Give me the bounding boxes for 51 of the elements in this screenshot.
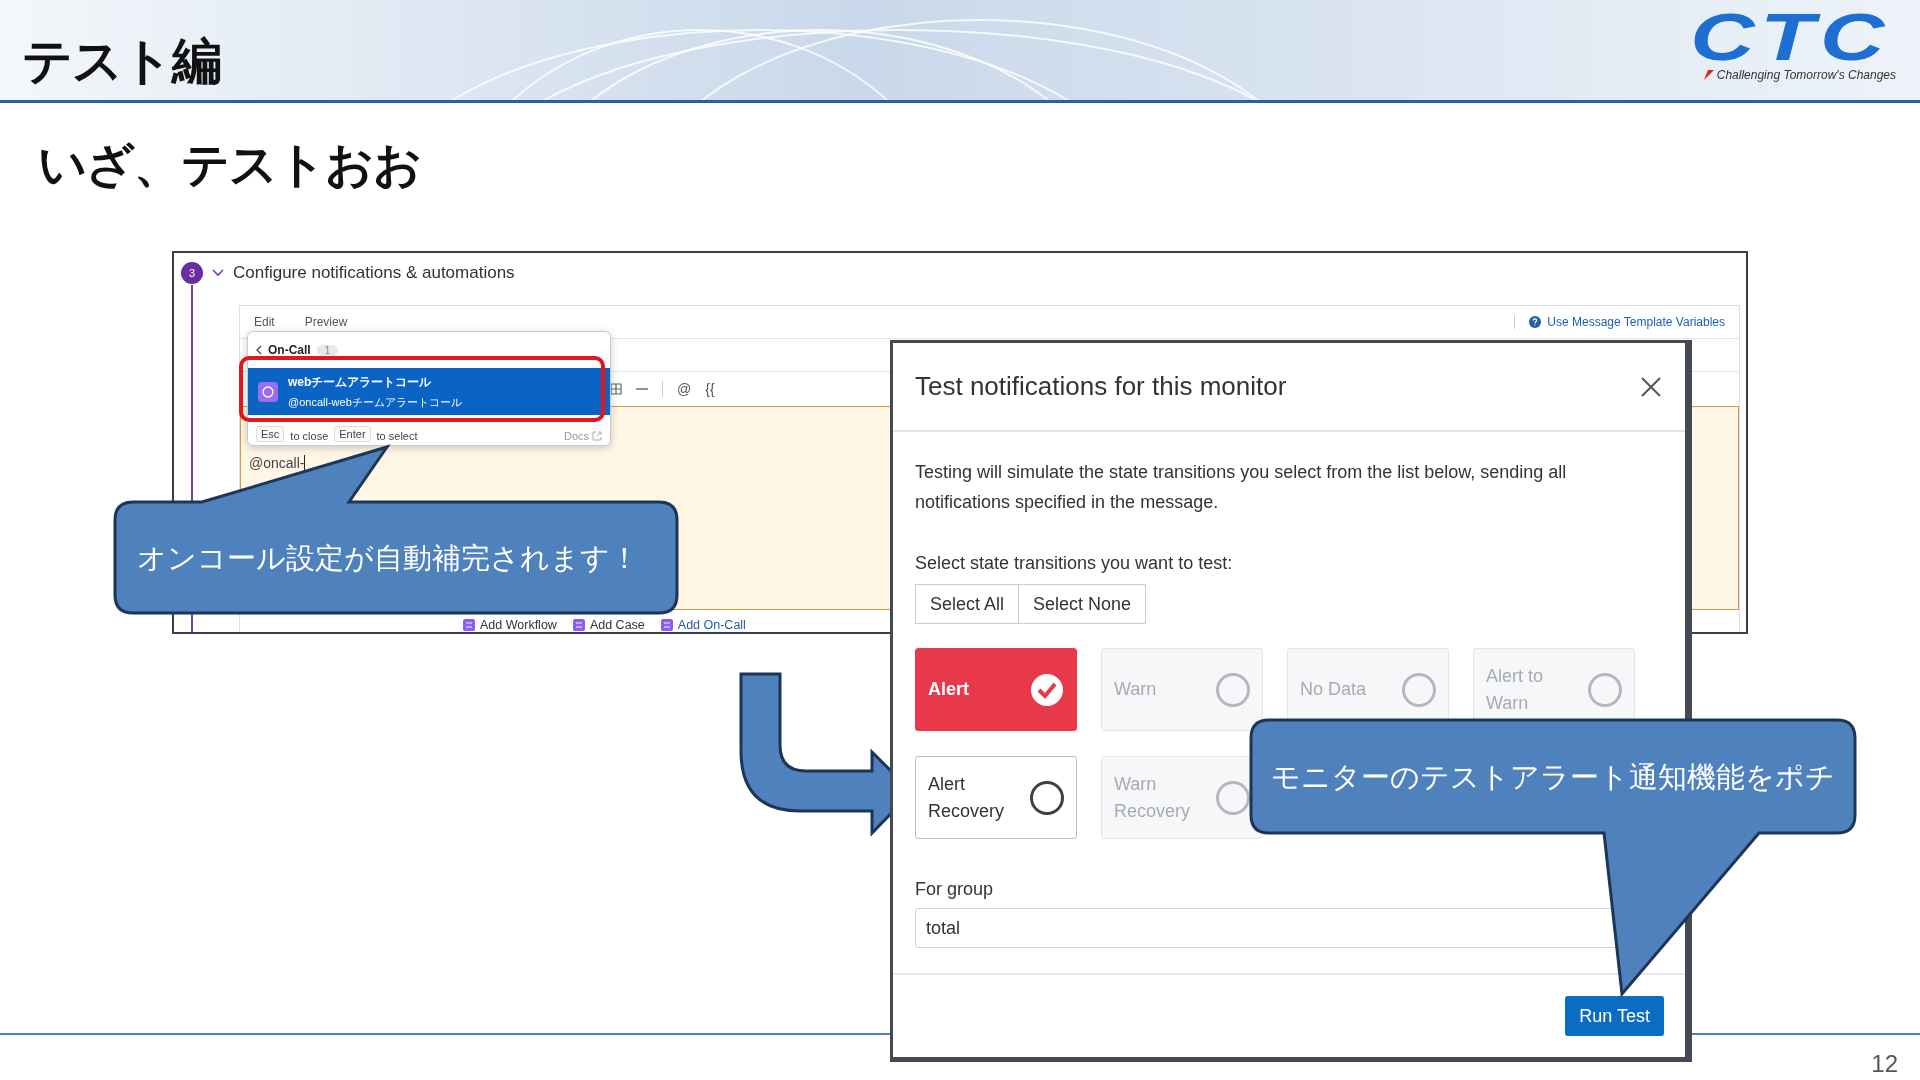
table-icon[interactable] <box>610 383 622 395</box>
back-icon[interactable] <box>256 345 262 356</box>
help-icon <box>1529 316 1542 328</box>
radio-circle-icon <box>1402 672 1436 707</box>
toolbar-button[interactable]: {{ <box>705 381 715 397</box>
run-test-button[interactable]: Run Test <box>1565 996 1664 1036</box>
check-icon <box>1030 672 1064 707</box>
suggestion-item[interactable]: webチームアラートコール @oncall-webチームアラートコール <box>248 368 610 416</box>
hint-text: to close <box>290 430 329 442</box>
modal-title: Test notifications for this monitor <box>915 371 1287 402</box>
external-link-icon <box>592 431 602 441</box>
group-label: For group <box>915 879 995 900</box>
modal-description: Testing will simulate the state transitions you select from the list below, sending all notifications specified in the message. <box>915 461 1568 514</box>
radio-circle-icon <box>1216 672 1250 707</box>
state-toggle[interactable]: Alert Recovery <box>915 756 1077 839</box>
action-icon <box>572 619 585 631</box>
callout-text: オンコール設定が自動補完されます！ <box>137 540 639 576</box>
category-label: On-Call <box>268 343 311 358</box>
slide-subtitle: いざ、テストおお <box>38 137 422 193</box>
footer-action[interactable]: Add Case <box>589 618 645 632</box>
section-title: Configure notifications & automations <box>233 263 515 283</box>
page-number: 12 <box>1871 1050 1898 1078</box>
step-number: 3 <box>181 262 203 284</box>
template-variables-link[interactable]: Use Message Template Variables <box>1547 315 1725 329</box>
footer-action[interactable]: Add On-Call <box>677 618 746 632</box>
slide-title: テスト編 <box>22 32 221 91</box>
editor-tab[interactable]: Preview <box>304 315 348 329</box>
key-hint: Esc <box>256 426 285 442</box>
suggestion-handle: @oncall-webチームアラートコール <box>288 394 462 410</box>
hint-text: to select <box>376 430 418 442</box>
action-icon <box>660 619 673 631</box>
radio-circle-icon <box>1588 672 1622 707</box>
flag-icon <box>1703 70 1714 80</box>
state-toggle[interactable]: Alert <box>915 648 1077 731</box>
prompt-label: Select state transitions you want to test: <box>915 553 1234 574</box>
close-icon[interactable] <box>1641 376 1661 397</box>
toolbar-button[interactable]: @ <box>677 381 692 397</box>
suggestion-name: webチームアラートコール <box>288 373 433 391</box>
radio-circle-icon <box>1216 780 1250 815</box>
callout-text: モニターのテストアラート通知機能をポチ <box>1271 759 1835 795</box>
radio-circle-icon <box>1030 780 1064 815</box>
editor-tab[interactable]: Edit <box>254 315 275 329</box>
select-button[interactable]: Select None <box>1019 584 1147 624</box>
logo-tagline: Challenging Tomorrow's Changes <box>1716 68 1896 82</box>
count-badge: 1 <box>316 344 339 356</box>
footer-action[interactable]: Add Workflow <box>480 618 557 632</box>
chevron-down-icon[interactable] <box>212 269 224 277</box>
key-hint: Enter <box>334 426 371 442</box>
action-icon <box>463 619 475 631</box>
logo-text: CTC <box>1690 6 1890 68</box>
select-button[interactable]: Select All <box>915 584 1020 624</box>
